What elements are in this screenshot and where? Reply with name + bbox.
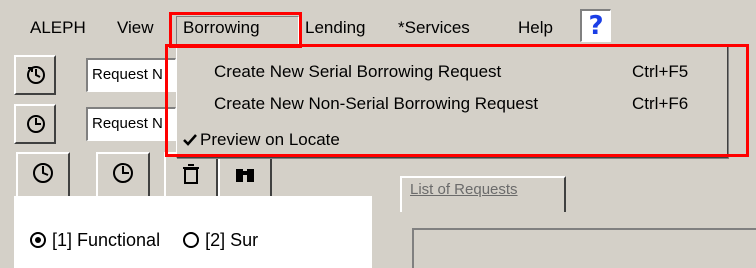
clock-arrow-icon xyxy=(27,66,45,84)
radio-group: [1] Functional [2] Sur xyxy=(30,230,258,251)
tab-list-of-requests-label: List of Requests xyxy=(410,181,518,198)
radio-functional[interactable]: [1] Functional xyxy=(30,230,160,250)
request-combo-2[interactable]: Request N xyxy=(86,107,176,141)
menu-view[interactable]: View xyxy=(117,14,154,42)
new-request-button[interactable] xyxy=(14,55,56,95)
menu-lending[interactable]: Lending xyxy=(305,14,366,42)
tab-history[interactable] xyxy=(96,152,150,198)
requests-list-area xyxy=(412,228,756,268)
tab-requests[interactable] xyxy=(16,152,70,198)
clock-circle-icon xyxy=(113,163,133,183)
tab-delete[interactable] xyxy=(164,152,218,198)
menu-services[interactable]: *Services xyxy=(398,14,470,42)
binoculars-icon xyxy=(236,169,254,182)
radio-selected-icon xyxy=(30,232,46,248)
trash-icon xyxy=(183,164,199,184)
borrowing-highlight-box xyxy=(169,12,302,48)
request-combo-1[interactable]: Request N xyxy=(86,58,176,92)
clock-circle-icon xyxy=(27,115,45,133)
history-button[interactable] xyxy=(14,104,56,144)
clock-arrow-icon xyxy=(33,163,53,183)
menu-bar xyxy=(0,0,756,44)
radio-sur[interactable]: [2] Sur xyxy=(183,230,258,250)
radio-empty-icon xyxy=(183,232,200,248)
dropdown-highlight-box xyxy=(165,44,749,157)
menu-help[interactable]: Help xyxy=(518,14,553,42)
help-question-icon[interactable]: ? xyxy=(580,9,611,42)
menu-aleph[interactable]: ALEPH xyxy=(30,14,86,42)
tab-search[interactable] xyxy=(218,152,272,198)
